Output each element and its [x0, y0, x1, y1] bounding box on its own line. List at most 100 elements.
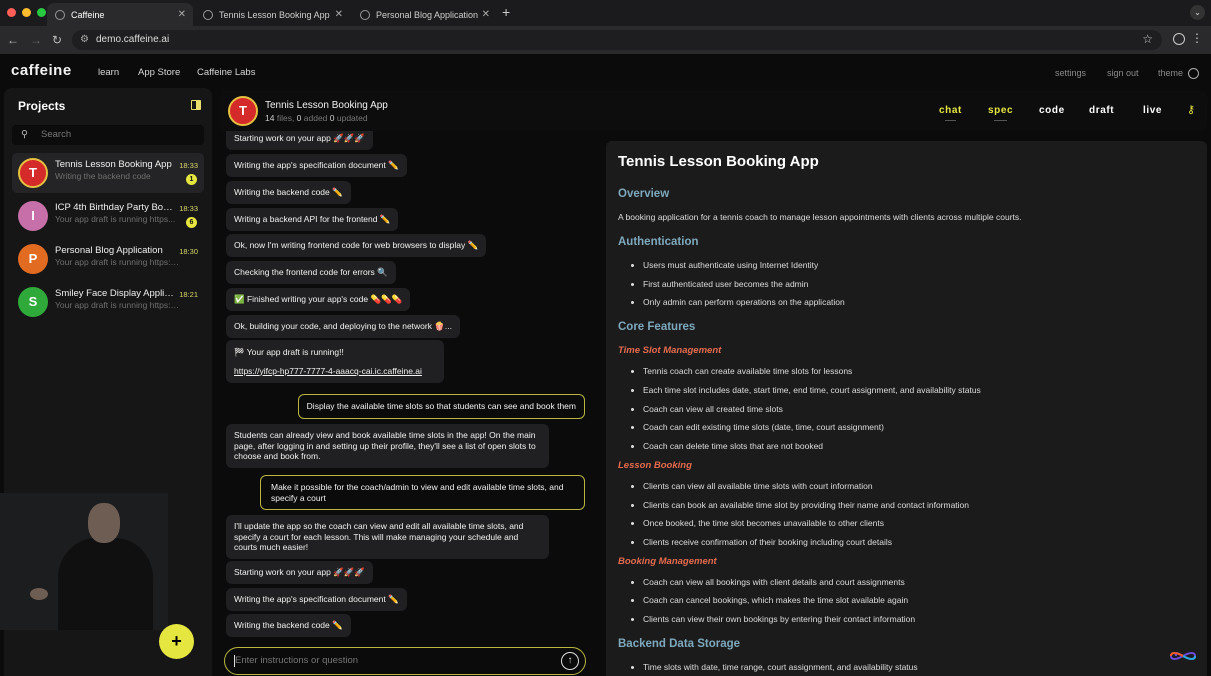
close-window-button[interactable]: [7, 8, 16, 17]
browser-menu-icon[interactable]: ⋮: [1191, 31, 1203, 45]
presenter-video: [0, 493, 168, 630]
presenter-head: [88, 503, 120, 543]
chat-message: Ok, building your code, and deploying to…: [226, 315, 461, 338]
tab-search-icon[interactable]: ⌄: [1190, 5, 1205, 20]
address-bar[interactable]: ⚙ demo.caffeine.ai: [72, 30, 1162, 50]
profile-icon[interactable]: [1173, 33, 1185, 45]
spec-heading-core-features: Core Features: [618, 321, 696, 334]
chat-message: Writing the app's specification document…: [226, 154, 407, 177]
chat-message: Students can already view and book avail…: [226, 424, 549, 468]
globe-icon: [55, 9, 65, 20]
tab-label: Personal Blog Application: [376, 9, 479, 20]
tab-draft[interactable]: draft: [1089, 105, 1114, 116]
app-draft-link[interactable]: https://yifcp-hp777-7777-4-aaacq-cai.ic.…: [234, 366, 436, 377]
new-tab-button[interactable]: +: [502, 4, 510, 20]
reload-icon[interactable]: ↻: [52, 33, 62, 47]
theme-toggle-label[interactable]: theme: [1158, 68, 1183, 78]
browser-tab-tennis[interactable]: Tennis Lesson Booking App ✕: [195, 3, 350, 26]
spec-subheading-booking-management: Booking Management: [618, 555, 717, 567]
spec-heading-overview: Overview: [618, 188, 670, 200]
project-search-input[interactable]: ⚲ Search: [12, 125, 204, 145]
updated-label: updated: [334, 113, 368, 123]
project-item-icp-birthday[interactable]: I ICP 4th Birthday Party Boo... Your app…: [12, 196, 204, 236]
search-icon: ⚲: [21, 129, 28, 140]
unread-badge: 1: [186, 174, 197, 185]
nav-caffeine-labs[interactable]: Caffeine Labs: [197, 67, 255, 78]
maximize-window-button[interactable]: [37, 8, 46, 17]
browser-tab-caffeine[interactable]: Caffeine ✕: [47, 3, 193, 26]
bookmark-star-icon[interactable]: ☆: [1142, 32, 1153, 46]
spec-auth-list: Users must authenticate using Internet I…: [643, 260, 1195, 307]
site-info-icon[interactable]: ⚙: [80, 30, 89, 50]
list-item: First authenticated user becomes the adm…: [643, 279, 1195, 289]
project-time: 18:30: [179, 247, 198, 256]
close-tab-icon[interactable]: ✕: [178, 9, 186, 20]
project-status: Writing the backend code: [55, 171, 151, 181]
files-label: files,: [274, 113, 297, 123]
spec-document[interactable]: Tennis Lesson Booking App Overview A boo…: [606, 141, 1207, 676]
project-name: Personal Blog Application: [55, 245, 163, 256]
spec-title: Tennis Lesson Booking App: [618, 153, 819, 170]
list-item: Clients can book an available time slot …: [643, 500, 1195, 510]
project-name: Tennis Lesson Booking App: [55, 159, 172, 170]
added-label: added: [301, 113, 330, 123]
chat-message-deployed: 🏁 Your app draft is running!! https://yi…: [226, 340, 444, 383]
user-message: Display the available time slots so that…: [297, 394, 585, 419]
spec-overview-text: A booking application for a tennis coach…: [618, 212, 1022, 222]
browser-tab-blog[interactable]: Personal Blog Application ✕: [352, 3, 497, 26]
project-item-tennis[interactable]: T Tennis Lesson Booking App Writing the …: [12, 153, 204, 193]
send-arrow-icon[interactable]: ↑: [561, 652, 579, 670]
list-item: Clients receive confirmation of their bo…: [643, 537, 1195, 547]
window-controls[interactable]: [7, 8, 46, 17]
key-icon[interactable]: ⚷: [1187, 103, 1195, 116]
tab-chat[interactable]: chat: [939, 105, 962, 121]
list-item: Coach can view all created time slots: [643, 404, 1195, 414]
minimize-window-button[interactable]: [22, 8, 31, 17]
spec-storage-list: Time slots with date, time range, court …: [643, 662, 1195, 672]
list-item: Coach can edit existing time slots (date…: [643, 422, 1195, 432]
close-tab-icon[interactable]: ✕: [482, 9, 490, 20]
nav-app-store[interactable]: App Store: [138, 67, 180, 78]
input-placeholder: Enter instructions or question: [235, 655, 359, 666]
project-avatar: T: [228, 96, 258, 126]
deploy-text: 🏁 Your app draft is running!!: [234, 347, 344, 357]
settings-link[interactable]: settings: [1055, 68, 1086, 78]
tab-live[interactable]: live: [1143, 105, 1162, 116]
project-time: 18:21: [179, 290, 198, 299]
chat-panel[interactable]: Starting work on your app 🚀🚀🚀 Writing th…: [220, 131, 595, 641]
new-project-button[interactable]: +: [159, 624, 194, 659]
caffeine-logo[interactable]: caffeine: [11, 62, 72, 79]
sign-out-link[interactable]: sign out: [1107, 68, 1139, 78]
project-item-personal-blog[interactable]: P Personal Blog Application Your app dra…: [12, 239, 204, 279]
chat-message: Writing the backend code ✏️: [226, 181, 351, 204]
text-caret: [234, 655, 235, 667]
sidebar-collapse-icon[interactable]: [191, 100, 201, 110]
project-name: ICP 4th Birthday Party Boo...: [55, 202, 175, 213]
infinity-logo-icon: [1169, 652, 1197, 660]
unread-badge: 6: [186, 217, 197, 228]
tab-spec[interactable]: spec: [988, 105, 1013, 121]
project-item-smiley-face[interactable]: S Smiley Face Display Applic... Your app…: [12, 282, 204, 322]
close-tab-icon[interactable]: ✕: [335, 9, 343, 20]
theme-toggle-icon[interactable]: [1188, 68, 1199, 79]
forward-arrow-icon[interactable]: →: [30, 33, 42, 47]
project-avatar: P: [18, 244, 48, 274]
chat-message: ✅ Finished writing your app's code 💊💊💊: [226, 288, 411, 311]
project-time: 18:33: [179, 204, 198, 213]
chat-input[interactable]: Enter instructions or question ↑: [224, 647, 586, 675]
project-status: Your app draft is running https://...: [55, 257, 180, 267]
nav-learn[interactable]: learn: [98, 67, 119, 78]
spec-subheading-lesson-booking: Lesson Booking: [618, 459, 692, 471]
project-header: T Tennis Lesson Booking App 14 files, 0 …: [220, 91, 1207, 131]
spec-heading-authentication: Authentication: [618, 236, 699, 248]
spec-timeslot-list: Tennis coach can create available time s…: [643, 366, 1195, 451]
project-time: 18:33: [179, 161, 198, 170]
back-arrow-icon[interactable]: ←: [7, 33, 19, 47]
project-status: Your app draft is running https...: [55, 214, 176, 224]
spec-subheading-time-slot: Time Slot Management: [618, 345, 722, 357]
chat-message: Starting work on your app 🚀🚀🚀: [226, 561, 373, 584]
tab-code[interactable]: code: [1039, 105, 1065, 116]
presenter-hand: [30, 588, 48, 600]
url-text: demo.caffeine.ai: [96, 34, 170, 45]
list-item: Clients can view all available time slot…: [643, 481, 1195, 491]
